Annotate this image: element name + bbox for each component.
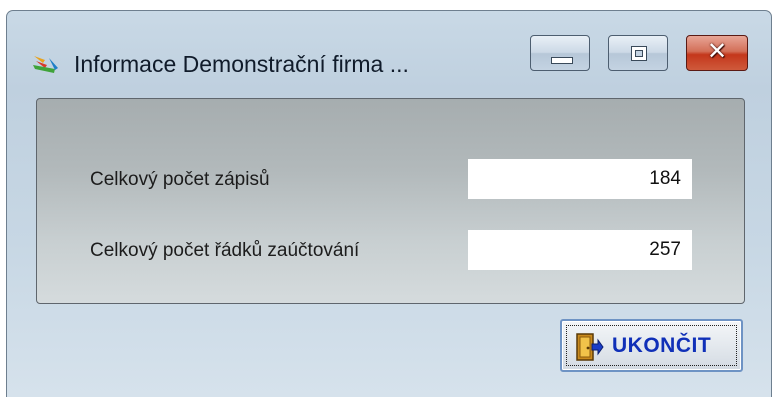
info-panel: Celkový počet zápisů 184 Celkový počet ř… (36, 98, 745, 304)
exit-door-icon (576, 333, 604, 361)
total-entries-value[interactable]: 184 (468, 159, 692, 199)
window-title: Informace Demonstrační firma ... (74, 51, 409, 77)
minimize-icon (551, 57, 573, 64)
total-entries-label: Celkový počet zápisů (90, 169, 270, 190)
close-button[interactable]: ✕ (686, 35, 748, 71)
total-posting-rows-value[interactable]: 257 (468, 230, 692, 270)
total-posting-rows-label: Celkový počet řádků zaúčtování (90, 240, 360, 261)
info-dialog: Informace Demonstrační firma ... ✕ Celko… (6, 10, 772, 397)
exit-button-label: UKONČIT (612, 334, 712, 357)
exit-button[interactable]: UKONČIT (560, 319, 743, 372)
maximize-icon (631, 46, 647, 61)
app-icon (33, 56, 58, 73)
title-bar[interactable]: Informace Demonstrační firma ... ✕ (7, 11, 771, 85)
maximize-button[interactable] (608, 35, 668, 71)
close-icon: ✕ (706, 37, 728, 65)
minimize-button[interactable] (530, 35, 590, 71)
